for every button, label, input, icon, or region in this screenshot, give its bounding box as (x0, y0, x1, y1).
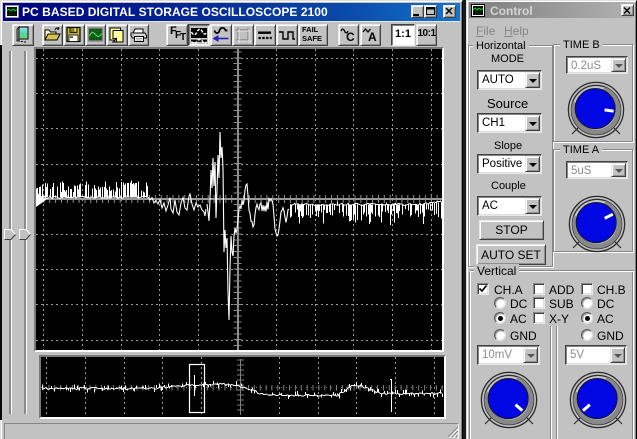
svg-text:C: C (346, 30, 355, 44)
svg-text:A: A (368, 30, 377, 44)
